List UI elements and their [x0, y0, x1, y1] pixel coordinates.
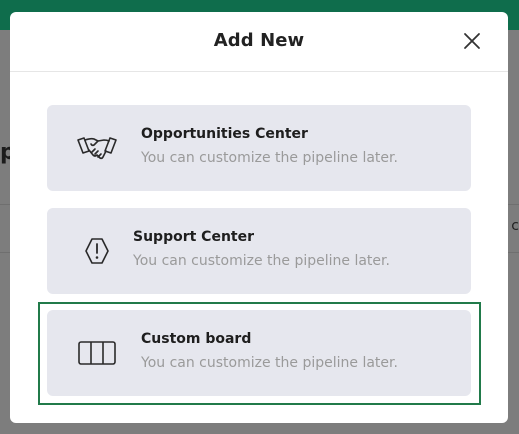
background-text-fragment: c — [511, 218, 519, 234]
option-description: You can customize the pipeline later. — [141, 355, 398, 371]
option-title: Opportunities Center — [141, 126, 308, 142]
option-description: You can customize the pipeline later. — [141, 150, 398, 166]
handshake-icon — [77, 137, 117, 160]
option-opportunities-center[interactable]: Opportunities Center You can customize t… — [47, 105, 471, 191]
alert-hexagon-icon — [85, 238, 109, 264]
option-custom-board[interactable]: Custom board You can customize the pipel… — [47, 310, 471, 396]
close-icon — [464, 33, 480, 49]
modal-header: Add New — [10, 12, 508, 72]
columns-icon — [78, 341, 116, 365]
close-button[interactable] — [460, 29, 484, 53]
option-title: Custom board — [141, 331, 252, 347]
modal-title: Add New — [213, 30, 305, 51]
option-title: Support Center — [133, 229, 255, 245]
option-support-center[interactable]: Support Center You can customize the pip… — [47, 208, 471, 294]
option-description: You can customize the pipeline later. — [133, 253, 390, 269]
add-new-modal: Add New Opportunities Center You can cus… — [10, 12, 508, 423]
